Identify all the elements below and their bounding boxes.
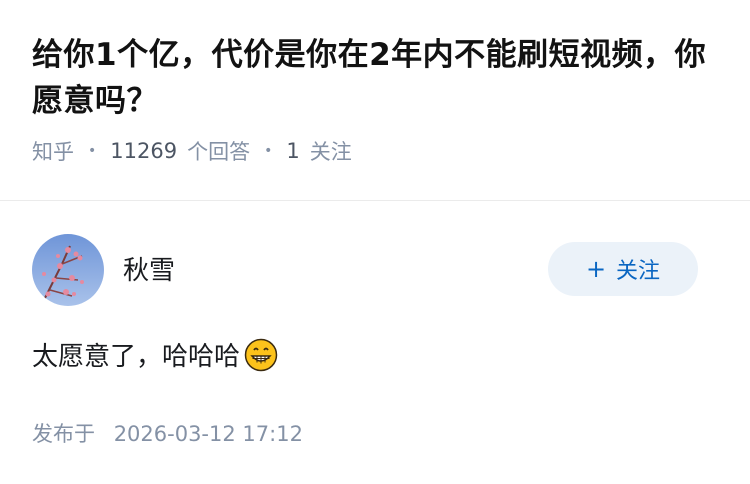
answer-count-suffix: 个回答 [187,140,251,164]
answer-count: 11269 [110,139,178,163]
question-header: 给你1个亿，代价是你在2年内不能刷短视频，你愿意吗？ 知乎 • 11269 个回… [32,32,722,166]
answer-content: 太愿意了，哈哈哈 [32,336,278,373]
separator-dot: • [264,143,273,159]
avatar[interactable] [32,234,104,306]
section-divider [0,200,750,201]
question-meta: 知乎 • 11269 个回答 • 1 关注 [32,136,722,166]
published-label: 发布于 [32,422,95,446]
published-time: 2026-03-12 17:12 [113,422,303,446]
avatar-image [32,234,104,306]
follow-count: 1 [286,139,300,163]
answer-footer: 发布于 2026-03-12 17:12 [32,418,303,448]
answer-text: 太愿意了，哈哈哈 [32,342,241,372]
plus-icon: + [585,255,607,283]
separator-dot: • [88,143,97,159]
author-name[interactable]: 秋雪 [123,250,175,287]
follow-button-label: 关注 [616,259,661,284]
source-label[interactable]: 知乎 [32,136,74,166]
follow-count-suffix: 关注 [309,140,352,164]
grinning-face-icon [244,338,278,372]
author-row: 秋雪 + 关注 [32,234,698,306]
follow-button[interactable]: + 关注 [548,242,698,296]
question-title[interactable]: 给你1个亿，代价是你在2年内不能刷短视频，你愿意吗？ [32,32,722,124]
